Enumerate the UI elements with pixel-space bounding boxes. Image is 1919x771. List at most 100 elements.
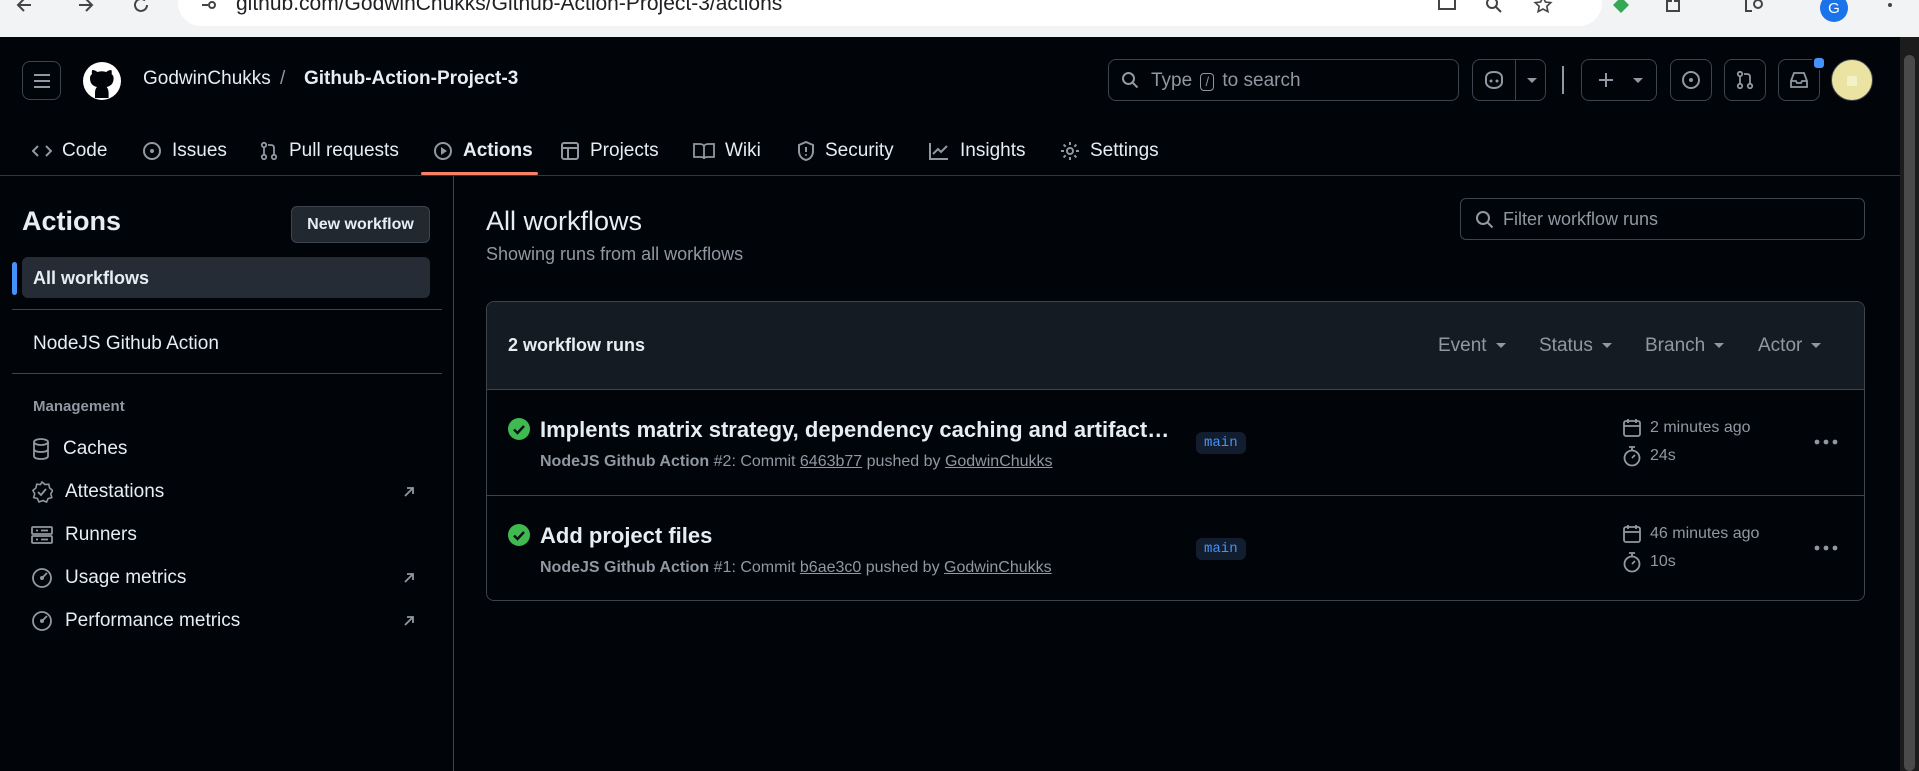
back-icon[interactable] [12,0,38,18]
sidebar-item-all-workflows[interactable]: All workflows [22,257,430,298]
filter-label: Event [1438,335,1487,356]
meter-icon [32,611,52,631]
check-circle-icon [508,524,530,546]
header-divider [1562,66,1564,94]
page-title: All workflows [486,206,643,236]
url-text[interactable]: github.com/GodwinChukks/Github-Action-Pr… [236,0,782,16]
server-icon [31,526,53,544]
verified-icon [31,481,53,503]
run-options-button[interactable] [1809,536,1843,560]
search-input[interactable]: Type / to search [1108,59,1459,101]
notification-dot [1812,56,1826,70]
new-workflow-button[interactable]: New workflow [291,206,430,243]
author-link[interactable]: GodwinChukks [945,453,1053,470]
pushed-by-text: pushed by [865,559,940,576]
hamburger-menu-button[interactable] [22,61,61,100]
tab-pull-requests[interactable]: Pull requests [259,128,399,174]
menu-kebab-icon[interactable] [1877,0,1903,18]
status-filter-dropdown[interactable]: Status [1539,335,1613,357]
tab-actions[interactable]: Actions [433,128,533,174]
table-row[interactable]: Add project files NodeJS Github Action #… [487,496,1864,600]
run-started: 46 minutes ago [1622,524,1759,544]
sidebar-item-label: Usage metrics [65,567,187,588]
lens-icon[interactable] [1741,0,1767,18]
graph-icon [929,143,948,160]
site-info-icon[interactable] [196,0,222,18]
commit-link[interactable]: 6463b77 [800,453,862,470]
tab-label: Code [62,140,108,161]
profile-avatar[interactable]: G [1820,0,1848,22]
commit-link[interactable]: b6ae3c0 [800,559,861,576]
pull-requests-button[interactable] [1724,59,1766,101]
create-new-button[interactable] [1581,59,1657,101]
sidebar-item-runners[interactable]: Runners [31,524,137,546]
github-logo-icon[interactable] [82,61,122,101]
run-title-link[interactable]: Implents matrix strategy, dependency cac… [540,417,1170,443]
puzzle-icon[interactable] [1660,0,1686,18]
commit-prefix: : Commit [731,559,796,576]
sidebar-item-attestations[interactable]: Attestations [31,481,164,503]
run-number: #1 [713,559,732,576]
pull-request-icon [1736,70,1754,90]
scrollbar-thumb[interactable] [1904,55,1915,771]
run-duration-value: 10s [1650,553,1676,570]
filter-placeholder: Filter workflow runs [1503,209,1659,229]
sidebar-item-label: Attestations [65,481,165,502]
tab-projects[interactable]: Projects [560,128,659,174]
run-count: 2 workflow runs [508,335,646,355]
sidebar-item-workflow[interactable]: NodeJS Github Action [33,333,219,355]
sidebar-item-usage-metrics[interactable]: Usage metrics [31,567,186,589]
issue-icon [1682,71,1700,89]
inbox-icon [1790,72,1808,88]
tab-security[interactable]: Security [797,128,894,174]
tab-label: Pull requests [289,140,399,161]
zoom-icon[interactable] [1481,0,1507,18]
tab-wiki[interactable]: Wiki [693,128,761,174]
extension-icon[interactable] [1608,0,1634,18]
repo-name-link[interactable]: Github-Action-Project-3 [304,68,518,90]
tab-code[interactable]: Code [32,128,107,174]
breadcrumb-separator: / [280,68,286,89]
branch-filter-dropdown[interactable]: Branch [1645,335,1725,357]
run-meta: NodeJS Github Action #1: Commit b6ae3c0 … [540,559,1052,577]
code-icon [32,145,52,157]
sidebar-item-caches[interactable]: Caches [31,438,127,460]
run-options-button[interactable] [1809,430,1843,454]
copilot-icon [1485,70,1503,90]
bookmark-star-icon[interactable] [1530,0,1556,18]
tab-label: Insights [960,140,1026,161]
repo-owner-link[interactable]: GodwinChukks [143,68,271,90]
filter-workflow-runs-input[interactable]: Filter workflow runs [1460,198,1865,240]
run-title-link[interactable]: Add project files [540,523,1170,549]
book-icon [693,143,715,160]
actions-sidebar: Actions New workflow All workflows NodeJ… [0,176,454,771]
hamburger-icon [33,73,50,88]
cast-icon[interactable] [1434,0,1460,18]
kebab-horizontal-icon [1814,545,1838,551]
chevron-down-icon [1495,343,1506,348]
runs-header: 2 workflow runs Event Status Branch Acto… [487,302,1864,390]
branch-badge[interactable]: main [1196,538,1246,560]
branch-badge[interactable]: main [1196,432,1246,454]
stopwatch-icon [1623,552,1641,573]
actor-filter-dropdown[interactable]: Actor [1758,335,1822,357]
sidebar-item-label: Caches [63,438,128,459]
commit-prefix: : Commit [731,453,796,470]
author-link[interactable]: GodwinChukks [944,559,1052,576]
chevron-down-icon [1714,343,1725,348]
tab-settings[interactable]: Settings [1060,128,1159,174]
forward-icon[interactable] [72,0,98,18]
tab-issues[interactable]: Issues [142,128,227,174]
reload-icon[interactable] [128,0,154,18]
table-row[interactable]: Implents matrix strategy, dependency cac… [487,390,1864,496]
issues-button[interactable] [1670,59,1712,101]
management-heading: Management [33,398,125,415]
sidebar-item-label: NodeJS Github Action [33,333,219,354]
copilot-button[interactable] [1472,59,1546,101]
sidebar-item-performance-metrics[interactable]: Performance metrics [31,610,240,632]
divider [12,373,442,374]
filter-label: Actor [1758,335,1803,356]
event-filter-dropdown[interactable]: Event [1438,335,1507,357]
tab-insights[interactable]: Insights [928,128,1025,174]
avatar[interactable] [1831,59,1873,101]
